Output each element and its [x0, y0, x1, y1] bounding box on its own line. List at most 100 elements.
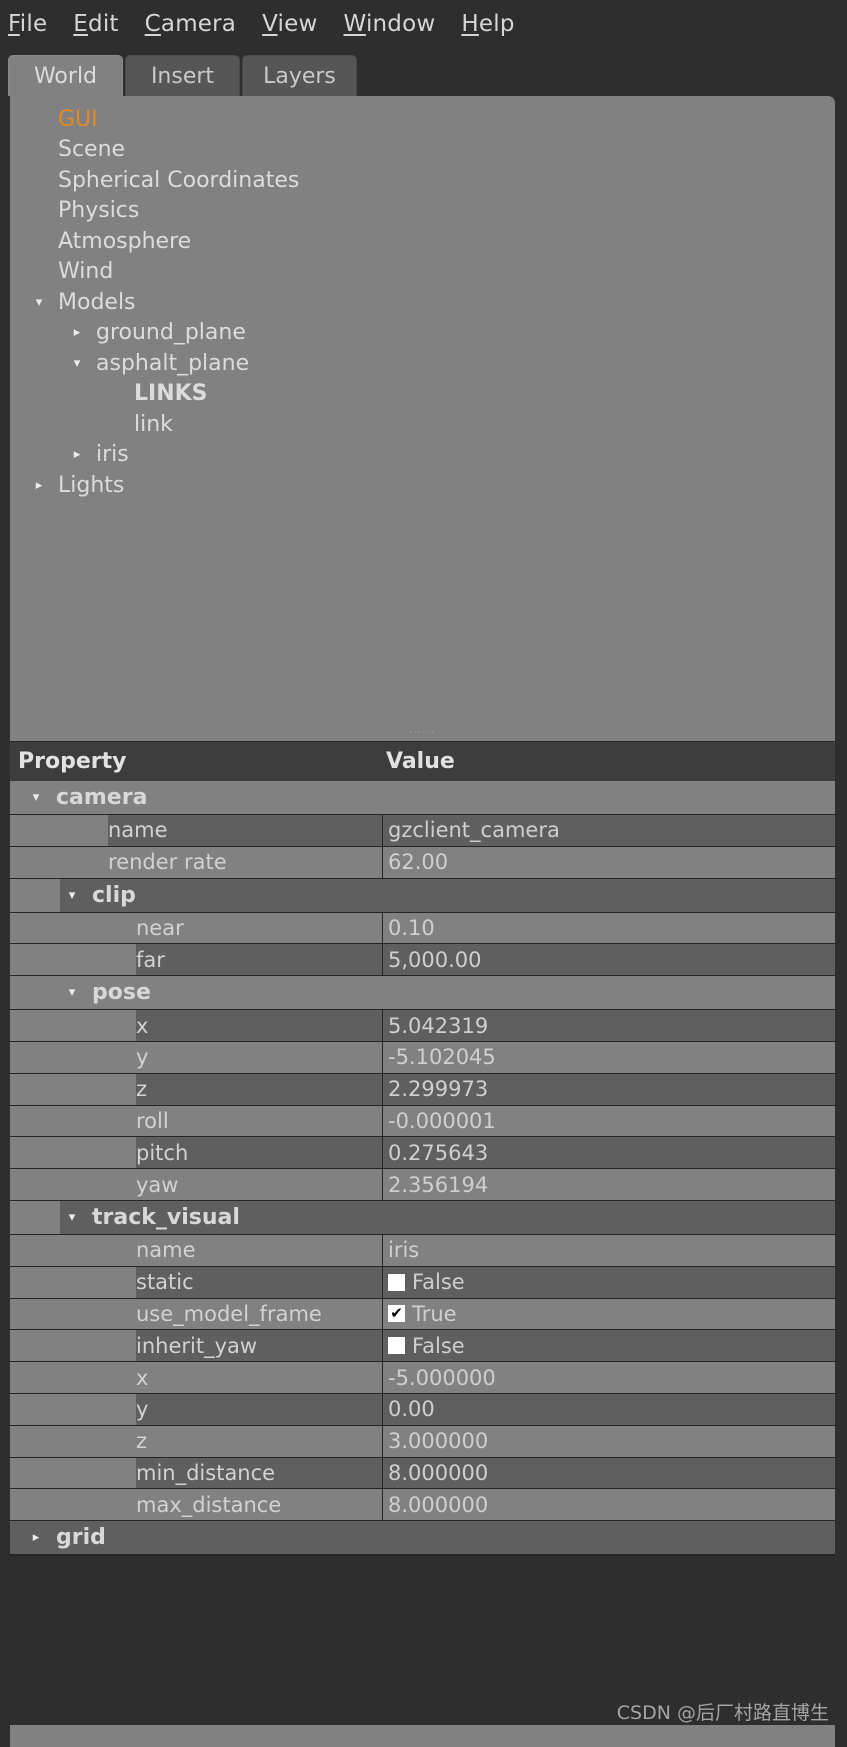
menu-item-file[interactable]: File — [6, 11, 49, 38]
property-group-camera[interactable]: ▾ camera — [10, 781, 835, 815]
property-table[interactable]: Property Value ▾ camera name gzclient_camer… — [10, 741, 835, 1557]
checkbox-inherit-yaw[interactable] — [388, 1337, 405, 1355]
chevron-down-icon[interactable]: ▾ — [60, 888, 84, 903]
menu-item-window[interactable]: Window — [342, 11, 438, 38]
property-value-cell[interactable]: iris — [382, 1234, 835, 1266]
property-value-cell[interactable]: 0.00 — [382, 1393, 835, 1425]
property-row[interactable]: static False — [10, 1266, 835, 1299]
checkbox-static[interactable] — [388, 1273, 405, 1291]
property-group-track-visual[interactable]: ▾ track_visual — [10, 1200, 835, 1235]
tree-item-wind[interactable]: Wind — [10, 257, 835, 288]
property-value-cell[interactable]: False — [382, 1330, 835, 1362]
property-row[interactable]: min_distance 8.000000 — [10, 1457, 835, 1490]
property-value-cell[interactable]: -5.000000 — [382, 1362, 835, 1393]
chevron-down-icon[interactable]: ▾ — [30, 295, 48, 310]
chevron-down-icon[interactable]: ▾ — [60, 985, 84, 1000]
property-row[interactable]: x 5.042319 — [10, 1010, 835, 1042]
tab-layers[interactable]: Layers — [242, 55, 357, 96]
tree-item-physics[interactable]: Physics — [10, 196, 835, 227]
property-group-grid[interactable]: ▸ grid — [10, 1521, 835, 1556]
property-value-cell[interactable]: gzclient_camera — [382, 815, 835, 846]
tree-item-spherical-coordinates[interactable]: Spherical Coordinates — [10, 165, 835, 196]
property-row[interactable]: far 5,000.00 — [10, 944, 835, 977]
property-value-cell[interactable]: 2.299973 — [382, 1073, 835, 1105]
tree-item-label: Spherical Coordinates — [58, 167, 300, 193]
property-row[interactable]: render rate 62.00 — [10, 846, 835, 879]
property-group-pose[interactable]: ▾ pose — [10, 976, 835, 1011]
property-value-cell[interactable]: 8.000000 — [382, 1457, 835, 1489]
property-value-cell[interactable]: 5.042319 — [382, 1010, 835, 1041]
property-table-header: Property Value — [10, 742, 835, 781]
property-value-cell[interactable]: 62.00 — [382, 846, 835, 878]
chevron-right-icon[interactable]: ▸ — [24, 1530, 48, 1545]
property-row[interactable]: inherit_yaw False — [10, 1330, 835, 1363]
menu-item-edit[interactable]: Edit — [71, 11, 120, 38]
property-value-cell[interactable]: 3.000000 — [382, 1425, 835, 1457]
indent-gutter — [10, 1234, 136, 1266]
property-group-label: clip — [92, 882, 136, 908]
tree-item-gui[interactable]: GUI — [10, 104, 835, 135]
indent-gutter — [10, 878, 60, 912]
property-row[interactable]: z 3.000000 — [10, 1425, 835, 1458]
chevron-right-icon[interactable]: ▸ — [68, 325, 86, 340]
tree-item-scene[interactable]: Scene — [10, 135, 835, 166]
property-value-cell[interactable]: 5,000.00 — [382, 944, 835, 976]
tree-item-iris[interactable]: ▸ iris — [10, 440, 835, 471]
chevron-right-icon[interactable]: ▸ — [68, 447, 86, 462]
property-row[interactable]: y 0.00 — [10, 1393, 835, 1426]
property-value-cell[interactable]: 2.356194 — [382, 1169, 835, 1200]
chevron-down-icon[interactable]: ▾ — [24, 790, 48, 805]
property-label-near: near — [136, 915, 184, 940]
property-row[interactable]: x -5.000000 — [10, 1362, 835, 1394]
property-value-cell[interactable]: 0.10 — [382, 912, 835, 944]
tree-item-label: Models — [58, 289, 136, 315]
property-value-cell[interactable]: 8.000000 — [382, 1489, 835, 1521]
property-group-clip[interactable]: ▾ clip — [10, 878, 835, 913]
property-group-label: camera — [56, 785, 148, 810]
chevron-down-icon[interactable]: ▾ — [60, 1210, 84, 1225]
chevron-down-icon[interactable]: ▾ — [68, 356, 86, 371]
tree-item-ground-plane[interactable]: ▸ ground_plane — [10, 318, 835, 349]
property-label-z: z — [136, 1077, 148, 1102]
indent-gutter — [10, 1073, 136, 1105]
indent-gutter — [10, 1169, 136, 1200]
property-row[interactable]: use_model_frame ✔ True — [10, 1298, 835, 1331]
property-label-z: z — [136, 1429, 148, 1454]
tree-item-asphalt-plane[interactable]: ▾ asphalt_plane — [10, 348, 835, 379]
property-row[interactable]: name gzclient_camera — [10, 815, 835, 847]
checkbox-use-model-frame[interactable]: ✔ — [388, 1305, 405, 1323]
menu-item-camera[interactable]: Camera — [143, 11, 238, 38]
tree-item-label: link — [134, 411, 173, 437]
property-value-cell[interactable]: -0.000001 — [382, 1105, 835, 1137]
property-value-text: True — [412, 1301, 457, 1326]
tree-item-links[interactable]: LINKS — [10, 379, 835, 410]
property-row[interactable]: yaw 2.356194 — [10, 1169, 835, 1201]
world-tree-panel[interactable]: GUI Scene Spherical Coordinates Physics … — [10, 96, 835, 725]
property-row[interactable]: z 2.299973 — [10, 1073, 835, 1106]
tab-insert[interactable]: Insert — [125, 55, 240, 96]
property-value-text: -0.000001 — [388, 1108, 496, 1133]
chevron-right-icon[interactable]: ▸ — [30, 478, 48, 493]
tree-item-lights[interactable]: ▸ Lights — [10, 470, 835, 501]
property-row[interactable]: near 0.10 — [10, 912, 835, 945]
tab-world[interactable]: World — [8, 55, 123, 96]
menu-item-view[interactable]: View — [260, 11, 319, 38]
panel-splitter[interactable]: ······ — [10, 725, 835, 741]
property-value-cell[interactable]: -5.102045 — [382, 1041, 835, 1073]
menu-item-help[interactable]: Help — [459, 11, 516, 38]
property-row[interactable]: y -5.102045 — [10, 1041, 835, 1074]
property-name-cell: roll — [10, 1105, 382, 1137]
property-row[interactable]: name iris — [10, 1234, 835, 1267]
property-row[interactable]: roll -0.000001 — [10, 1105, 835, 1138]
property-row[interactable]: pitch 0.275643 — [10, 1137, 835, 1170]
tree-item-models[interactable]: ▾ Models — [10, 287, 835, 318]
property-value-cell[interactable]: 0.275643 — [382, 1137, 835, 1169]
tree-item-link[interactable]: link — [10, 409, 835, 440]
property-value-cell[interactable]: False — [382, 1266, 835, 1298]
tree-item-atmosphere[interactable]: Atmosphere — [10, 226, 835, 257]
property-row[interactable]: max_distance 8.000000 — [10, 1489, 835, 1522]
property-value-cell[interactable]: ✔ True — [382, 1298, 835, 1330]
